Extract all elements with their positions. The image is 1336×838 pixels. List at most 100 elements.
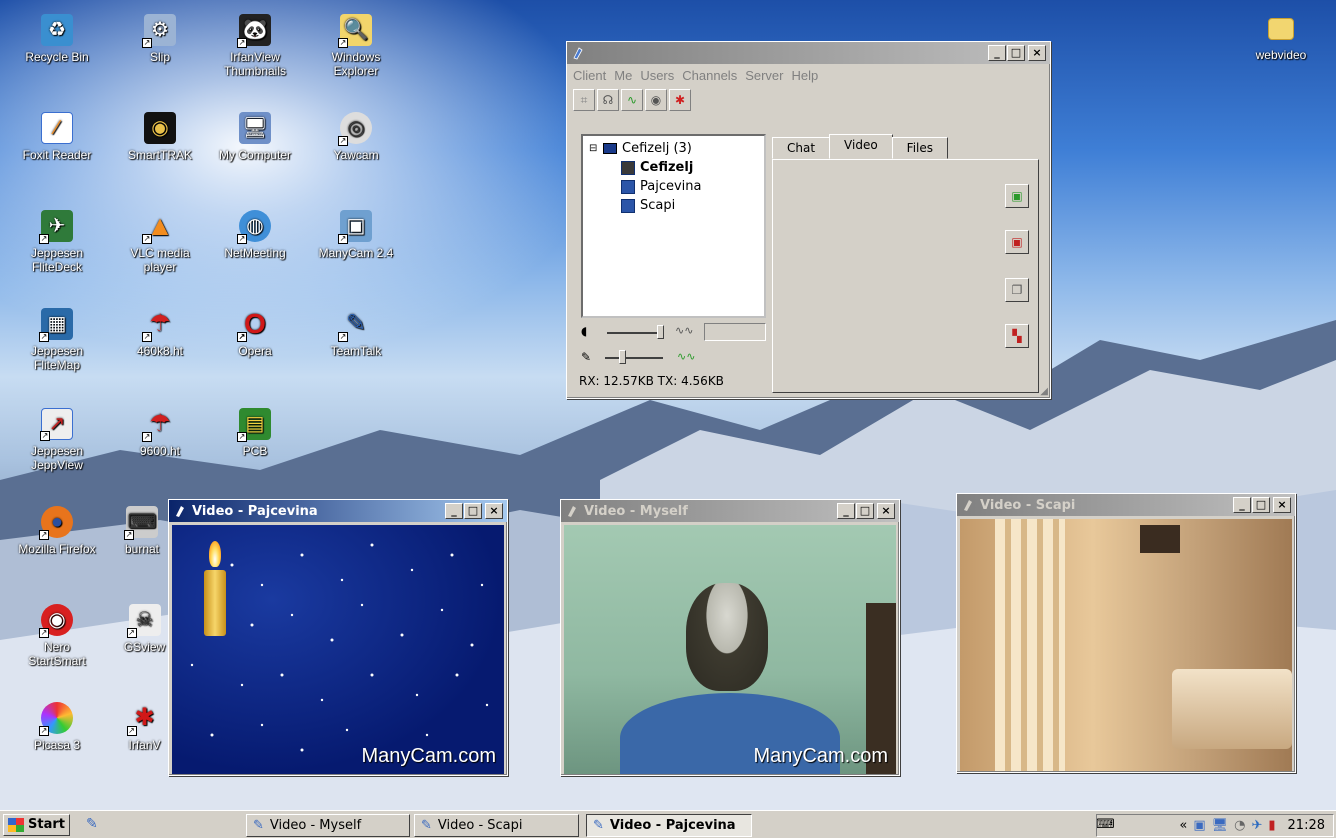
jeppesen-jeppview-icon: ↗ ↗ [40,408,73,441]
maximize-button[interactable]: □ [1252,497,1270,513]
minimize-button[interactable]: _ [837,503,855,519]
desktop-icon-nero[interactable]: ↗ ◉ Nero StartSmart [14,604,100,668]
user-icon [621,179,635,194]
desktop-icon-manycam[interactable]: ↗ ▣ ManyCam 2.4 [313,210,399,260]
desktop-icon-yawcam[interactable]: ↗ ◎ Yawcam [313,112,399,162]
minimize-button[interactable]: _ [445,503,463,519]
desktop-icon-gsview[interactable]: ↗ ☠ GSview [117,604,172,654]
task-video-pajcevina[interactable]: ✎ Video - Pajcevina [586,814,752,837]
mic-gain-slider[interactable] [605,357,663,359]
desktop-icon-opera[interactable]: ↗ O Opera [212,308,298,358]
video-window-titlebar[interactable]: Video - Scapi _ □ × [957,494,1295,516]
desktop-icon-9600[interactable]: ↗ ☂ 9600.ht [117,408,203,459]
person-head [686,583,768,691]
desktop-icon-netmeeting[interactable]: ↗ ◍ NetMeeting [212,210,298,260]
user-name: Pajcevina [640,179,702,194]
add-video-icon[interactable]: ▣ [1005,184,1029,208]
desktop-icon-webvideo[interactable]: webvideo [1238,14,1324,62]
desktop-icon-smarttrak[interactable]: ◉ SmartTRAK [117,112,203,162]
user-row[interactable]: Cefizelj [589,158,758,177]
desktop-icon-jeppesen-flitedeck[interactable]: ↗ ✈ Jeppesen FliteDeck [14,210,100,274]
webcam-icon[interactable]: ◉ [645,89,667,111]
desktop-icon-jeppesen-jeppview[interactable]: ↗ ↗ Jeppesen JeppView [14,408,100,472]
network-tray-icon[interactable]: ▣ [1193,818,1205,833]
security-tray-icon[interactable]: ✈ [1251,818,1262,833]
desktop-icon-foxit-reader[interactable]: ∕ Foxit Reader [14,112,100,162]
preferences-icon[interactable]: ✱ [669,89,691,111]
video-window-titlebar[interactable]: Video - Pajcevina _ □ × [169,500,507,522]
tab-files[interactable]: Files [891,137,949,159]
pcb-icon: ↗ ▤ [237,408,271,442]
hyperterminal-icon: ↗ ☂ [142,410,171,442]
close-button[interactable]: × [877,503,895,519]
computer-tray-icon[interactable]: 🖥 [1212,818,1229,833]
menu-help[interactable]: Help [792,68,819,83]
menu-me[interactable]: Me [614,68,632,83]
voice-level-icon: ∿∿ [675,324,694,337]
channel-tree[interactable]: ⊟ Cefizelj (3) Cefizelj Pajcevina Scapi [581,134,766,318]
desktop-icon-recycle-bin[interactable]: ♻ Recycle Bin [14,14,100,64]
desktop-icon-irfanview-thumbnails[interactable]: ↗ 🐼 IrfanView Thumbnails [212,14,298,78]
video-window-title: Video - Myself [584,503,688,519]
desktop-icon-460k8[interactable]: ↗ ☂ 460k8.ht [117,308,203,359]
teamtalk-app-icon: ✎ [253,818,264,833]
desktop-icon-firefox[interactable]: ↗ ● Mozilla Firefox [14,506,100,556]
teamtalk-window: _ □ × Client Me Users Channels Server He… [566,41,1051,399]
desktop-icon-slip[interactable]: ↗ ⚙ Slip [117,14,203,64]
desktop-icon-label: Recycle Bin [25,50,89,64]
menu-server[interactable]: Server [745,68,783,83]
desktop-icon-picasa[interactable]: ↗ Picasa 3 [14,702,100,752]
collapse-icon[interactable]: ⊟ [589,143,599,154]
desktop-icon-label: Jeppesen JeppView [30,444,84,472]
firefox-icon: ↗ ● [39,506,73,540]
toolbar: ⌗ ☊ ∿ ◉ ✱ [567,87,1050,113]
user-row[interactable]: Scapi [589,196,758,215]
maximize-button[interactable]: □ [856,503,874,519]
volume-slider-thumb[interactable] [657,325,664,339]
voice-activation-icon[interactable]: ∿ [621,89,643,111]
close-button[interactable]: × [1273,497,1291,513]
desktop-icon-vlc[interactable]: ↗ ▲ VLC media player [117,210,203,275]
menu-channels[interactable]: Channels [682,68,737,83]
connect-icon[interactable]: ⌗ [573,89,595,111]
tray-expand-chevron[interactable]: « [1179,818,1187,833]
detach-video-icon[interactable]: ❐ [1005,278,1029,302]
teamtalk-titlebar[interactable]: _ □ × [567,42,1050,64]
antivirus-tray-icon[interactable]: ▮ [1268,818,1275,833]
teamtalk-quicklaunch-icon[interactable]: ✎ [86,816,98,832]
desktop-icon-windows-explorer[interactable]: ↗ 🔍 Windows Explorer [313,14,399,78]
close-button[interactable]: × [1028,45,1046,61]
enable-sound-icon[interactable]: ☊ [597,89,619,111]
manycam-icon: ↗ ▣ [338,210,372,244]
channel-row[interactable]: ⊟ Cefizelj (3) [589,139,758,158]
user-row[interactable]: Pajcevina [589,177,758,196]
maximize-button[interactable]: □ [1007,45,1025,61]
tab-chat[interactable]: Chat [772,137,831,159]
video-window-titlebar[interactable]: Video - Myself _ □ × [561,500,899,522]
desktop-icon-label: Slip [149,50,170,64]
desktop-icon-my-computer[interactable]: 🖥 My Computer [212,112,298,162]
maximize-button[interactable]: □ [464,503,482,519]
desktop-icon-jeppesen-flitemap[interactable]: ↗ ▦ Jeppesen FliteMap [14,308,100,372]
task-video-myself[interactable]: ✎ Video - Myself [246,814,410,837]
sound-tray-icon[interactable]: ◔ [1234,818,1245,833]
task-video-scapi[interactable]: ✎ Video - Scapi [414,814,579,837]
desktop-icon-burnat[interactable]: ↗ ⌨ burnat [117,506,167,556]
remove-video-icon[interactable]: ▣ [1005,230,1029,254]
menu-client[interactable]: Client [573,68,606,83]
minimize-button[interactable]: _ [1233,497,1251,513]
minimize-button[interactable]: _ [988,45,1006,61]
start-button[interactable]: Start [3,813,70,836]
close-button[interactable]: × [485,503,503,519]
volume-slider[interactable] [607,332,663,334]
resize-grip-icon[interactable]: ◢ [1040,386,1048,397]
clock[interactable]: 21:28 [1288,818,1325,833]
desktop-icon-teamtalk[interactable]: ↗ ✎ TeamTalk [313,308,399,359]
desktop-icon-pcb[interactable]: ↗ ▤ PCB [212,408,298,458]
curtain [995,519,1065,771]
mic-gain-slider-thumb[interactable] [619,350,626,364]
desktop-icon-irfanview[interactable]: ↗ ✱ IrfanV [117,702,172,752]
tab-video[interactable]: Video [829,134,893,159]
video-settings-icon[interactable]: ▚ [1005,324,1029,348]
menu-users[interactable]: Users [640,68,674,83]
